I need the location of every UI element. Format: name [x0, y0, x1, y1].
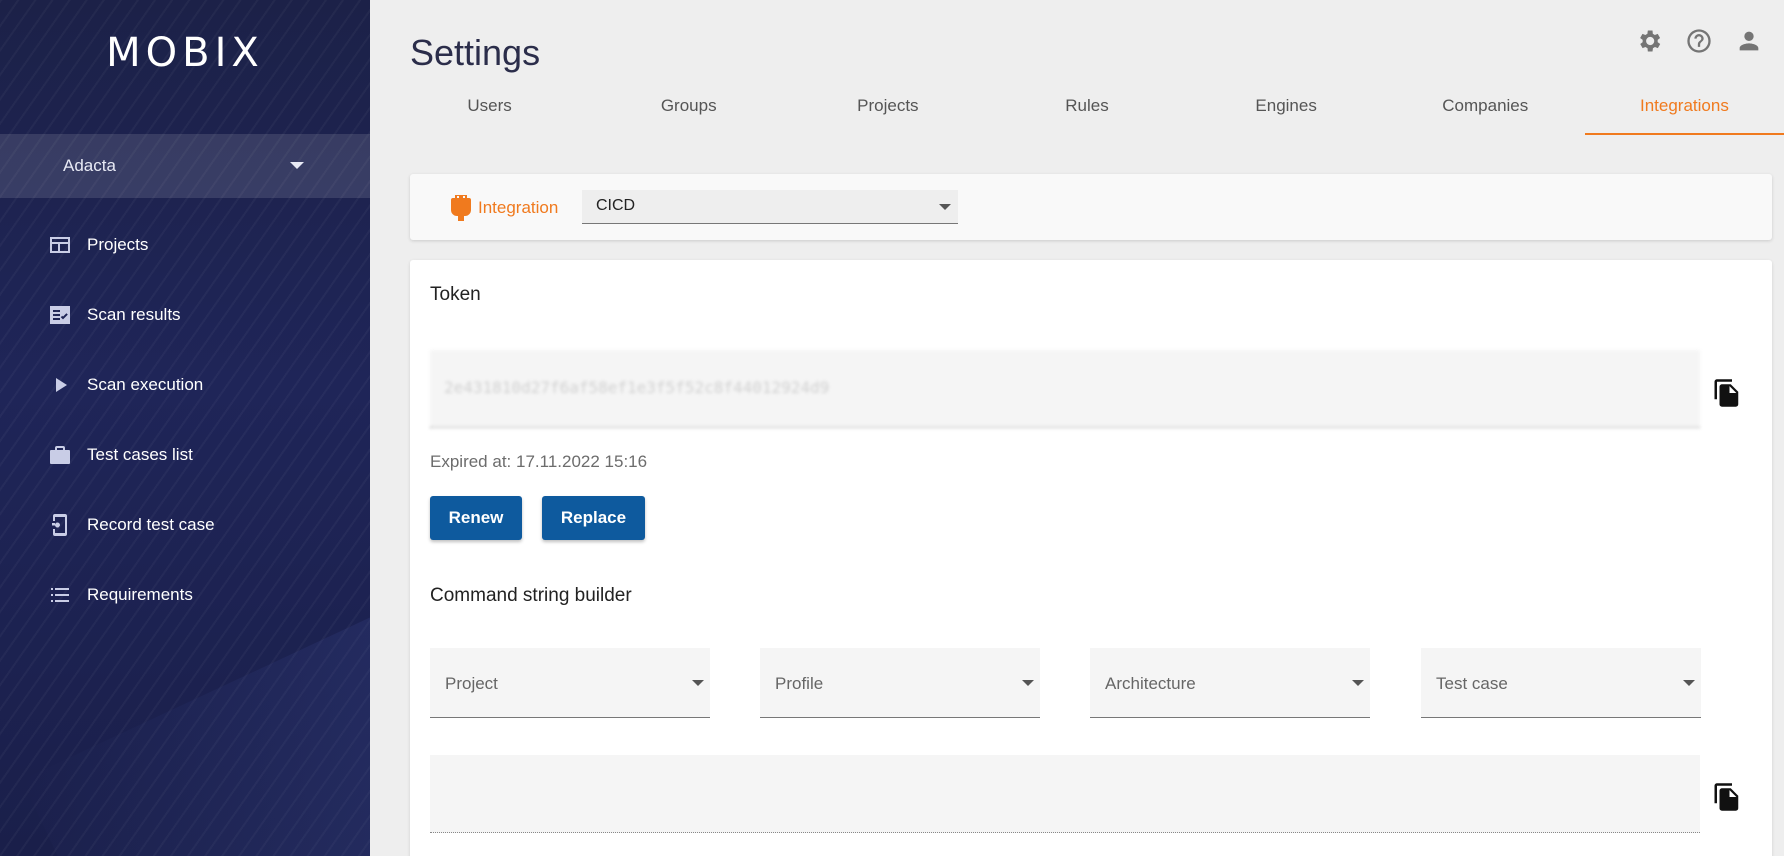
sidebar-item-label: Scan results	[87, 305, 181, 324]
project-dropdown-label: Project	[445, 674, 498, 693]
account-icon[interactable]	[1734, 26, 1764, 56]
integration-card: Integration CICD	[410, 174, 1772, 240]
profile-dropdown[interactable]: Profile	[760, 648, 1040, 718]
list-icon	[48, 583, 72, 607]
profile-dropdown-label: Profile	[775, 674, 824, 693]
sidebar-item-label: Scan execution	[87, 375, 204, 394]
integration-select[interactable]: CICD	[582, 190, 958, 224]
sidebar-item-record-test-case[interactable]: Record test case	[0, 490, 370, 560]
app-logo: MOBIX	[106, 30, 264, 76]
gear-icon[interactable]	[1634, 26, 1664, 56]
chevron-down-icon	[939, 204, 951, 210]
token-field[interactable]: 2e431810d27f6af58ef1e3f5f52c8f44012924d9	[430, 350, 1700, 428]
sidebar-item-test-cases-list[interactable]: Test cases list	[0, 420, 370, 490]
page-title: Settings	[410, 32, 541, 73]
test-case-dropdown[interactable]: Test case	[1421, 648, 1701, 718]
integration-select-value: CICD	[596, 197, 636, 214]
briefcase-icon	[48, 443, 72, 467]
project-dropdown[interactable]: Project	[430, 648, 710, 718]
copy-token-icon[interactable]	[1712, 378, 1742, 408]
tab-groups[interactable]: Groups	[589, 84, 788, 135]
tab-rules[interactable]: Rules	[987, 84, 1186, 135]
token-expiry: Expired at: 17.11.2022 15:16	[430, 452, 648, 471]
chevron-down-icon	[1022, 680, 1034, 686]
settings-tabs: Users Groups Projects Rules Engines Comp…	[390, 84, 1784, 135]
architecture-dropdown[interactable]: Architecture	[1090, 648, 1370, 718]
sidebar-item-label: Projects	[87, 235, 149, 254]
plug-icon	[451, 195, 471, 221]
play-icon	[48, 373, 72, 397]
tab-users[interactable]: Users	[390, 84, 589, 135]
architecture-dropdown-label: Architecture	[1105, 674, 1196, 693]
sidebar-item-requirements[interactable]: Requirements	[0, 560, 370, 630]
sidebar-item-scan-execution[interactable]: Scan execution	[0, 350, 370, 420]
sidebar-item-scan-results[interactable]: Scan results	[0, 280, 370, 350]
top-toolbar	[1634, 26, 1764, 56]
integration-label: Integration	[450, 194, 558, 222]
sidebar-item-label: Requirements	[87, 585, 193, 604]
company-select-value: Adacta	[63, 156, 116, 175]
scan-results-icon	[48, 303, 72, 327]
command-string-field[interactable]	[430, 755, 1700, 833]
chevron-down-icon	[1352, 680, 1364, 686]
command-builder-title: Command string builder	[430, 585, 632, 606]
tab-projects[interactable]: Projects	[788, 84, 987, 135]
sidebar-item-projects[interactable]: Projects	[0, 210, 370, 280]
sidebar-nav: Projects Scan results Scan execution Tes…	[0, 210, 370, 630]
company-select[interactable]: Adacta	[0, 134, 370, 198]
tab-integrations[interactable]: Integrations	[1584, 84, 1784, 135]
integration-settings-card: Token 2e431810d27f6af58ef1e3f5f52c8f4401…	[410, 260, 1772, 856]
tab-companies[interactable]: Companies	[1386, 84, 1585, 135]
sidebar-item-label: Record test case	[87, 515, 215, 534]
test-case-dropdown-label: Test case	[1436, 674, 1508, 693]
projects-icon	[48, 233, 72, 257]
record-phone-icon	[48, 513, 72, 537]
help-icon[interactable]	[1684, 26, 1714, 56]
chevron-down-icon	[692, 680, 704, 686]
chevron-down-icon	[1683, 680, 1695, 686]
integration-label-text: Integration	[478, 198, 559, 217]
copy-command-icon[interactable]	[1712, 782, 1742, 812]
renew-button[interactable]: Renew	[430, 496, 522, 540]
token-title: Token	[430, 284, 481, 305]
sidebar-item-label: Test cases list	[87, 445, 193, 464]
chevron-down-icon	[290, 162, 304, 169]
tab-engines[interactable]: Engines	[1187, 84, 1386, 135]
sidebar: MOBIX Adacta Projects Scan results Scan …	[0, 0, 370, 856]
replace-button[interactable]: Replace	[542, 496, 645, 540]
